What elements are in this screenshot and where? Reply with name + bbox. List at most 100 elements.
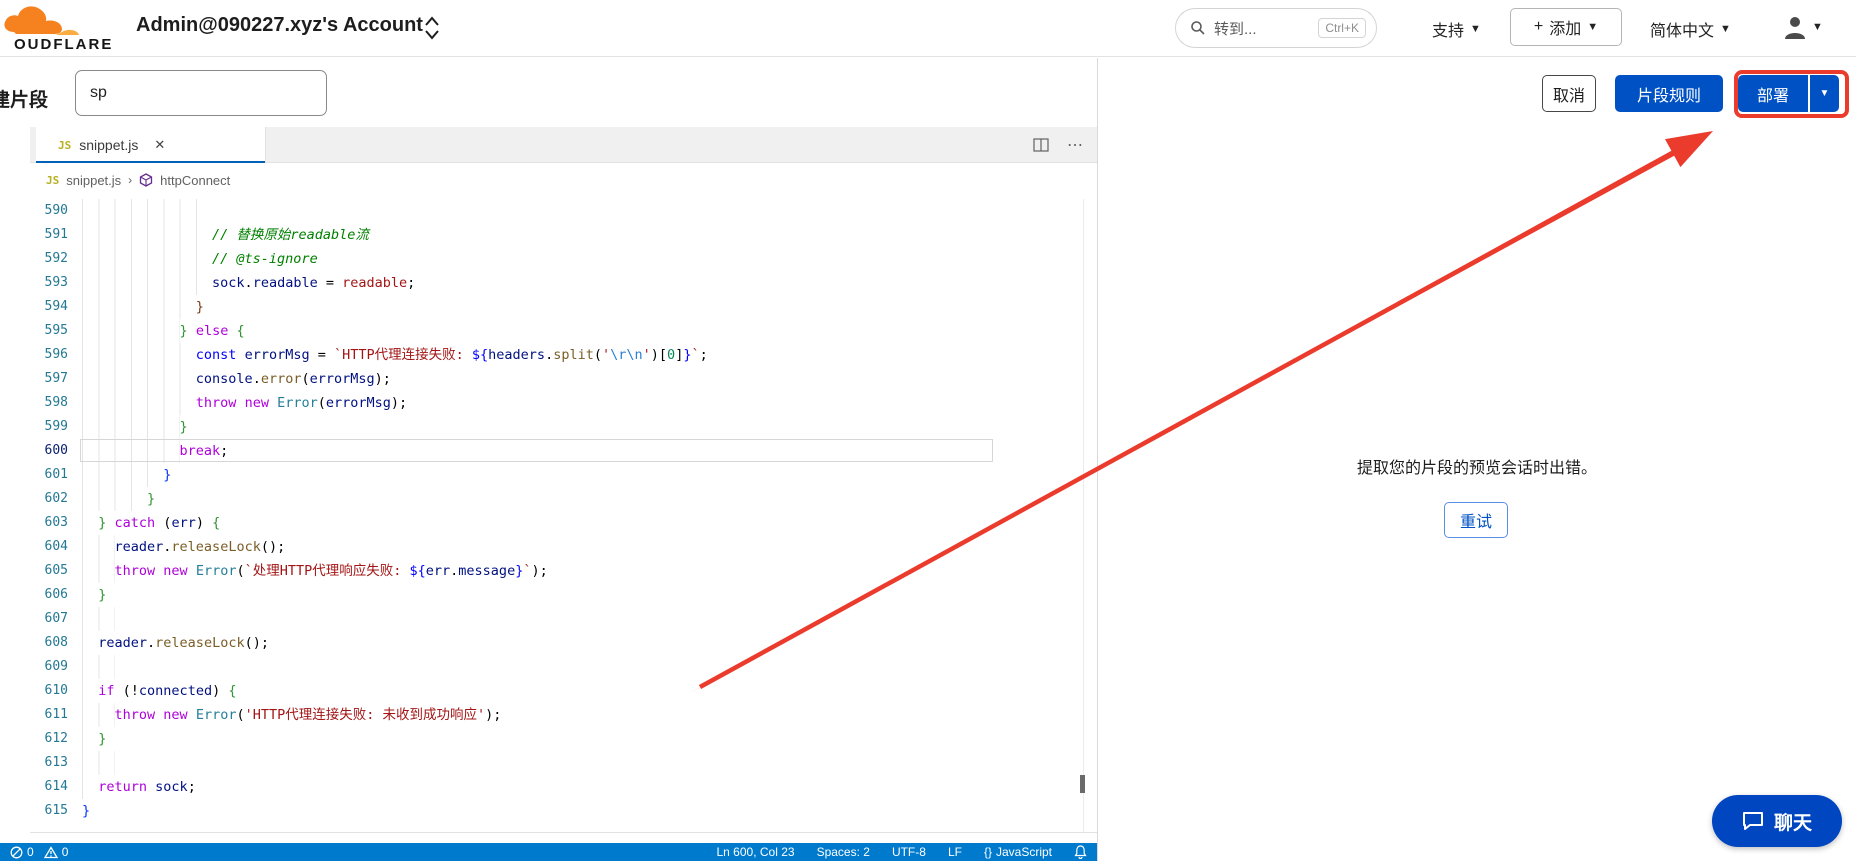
retry-button[interactable]: 重试 xyxy=(1444,502,1508,538)
indent-guides xyxy=(82,703,115,727)
add-label: 添加 xyxy=(1549,15,1581,39)
code-content[interactable]: 590591// 替换原始readable流592// @ts-ignore59… xyxy=(30,199,1097,805)
code-token: )[ xyxy=(651,343,667,367)
line-number[interactable]: 613 xyxy=(30,751,68,775)
code-token: readable xyxy=(342,271,407,295)
tab-snippet-js[interactable]: JS snippet.js ✕ xyxy=(36,127,266,163)
code-token: console xyxy=(196,367,253,391)
code-token: ${ xyxy=(472,343,488,367)
line-number[interactable]: 593 xyxy=(30,271,68,295)
snippet-name-input[interactable] xyxy=(75,70,327,116)
indentation-setting[interactable]: Spaces: 2 xyxy=(817,845,870,859)
language-menu[interactable]: 简体中文 ▼ xyxy=(1650,0,1731,57)
bell-icon[interactable] xyxy=(1074,845,1087,859)
cursor-position[interactable]: Ln 600, Col 23 xyxy=(717,845,795,859)
line-number[interactable]: 598 xyxy=(30,391,68,415)
problems-indicator[interactable]: 0 0 xyxy=(10,845,68,859)
support-menu[interactable]: 支持 ▼ xyxy=(1432,0,1481,57)
close-tab-icon[interactable]: ✕ xyxy=(154,137,165,153)
line-number[interactable]: 595 xyxy=(30,319,68,343)
code-token xyxy=(188,319,196,343)
code-token: message xyxy=(458,559,515,583)
code-token xyxy=(155,703,163,727)
line-number[interactable]: 594 xyxy=(30,295,68,319)
chat-button[interactable]: 聊天 xyxy=(1712,795,1842,847)
indent-guides xyxy=(82,391,196,415)
line-number[interactable]: 592 xyxy=(30,247,68,271)
line-number[interactable]: 602 xyxy=(30,487,68,511)
code-token: sock xyxy=(155,775,188,799)
line-number[interactable]: 611 xyxy=(30,703,68,727)
line-number[interactable]: 607 xyxy=(30,607,68,631)
account-switch-icon[interactable] xyxy=(422,13,442,43)
code-token: = xyxy=(318,271,342,295)
code-token: 'HTTP代理连接失败: 未收到成功响应' xyxy=(245,703,486,727)
chevron-down-icon: ▼ xyxy=(1812,21,1823,33)
language-mode[interactable]: {} JavaScript xyxy=(984,845,1052,859)
snippet-rules-button[interactable]: 片段规则 xyxy=(1615,75,1723,112)
line-number[interactable]: 590 xyxy=(30,199,68,223)
breadcrumb-symbol[interactable]: httpConnect xyxy=(160,173,230,188)
error-icon xyxy=(10,846,23,859)
code-token xyxy=(188,559,196,583)
chevron-down-icon: ▼ xyxy=(1587,21,1598,33)
user-menu[interactable]: ▼ xyxy=(1783,14,1823,40)
horizontal-scrollbar[interactable] xyxy=(30,832,1097,833)
code-token: ` xyxy=(523,559,531,583)
code-token: ' xyxy=(602,343,610,367)
user-icon xyxy=(1783,14,1807,40)
line-number[interactable]: 604 xyxy=(30,535,68,559)
line-number[interactable]: 608 xyxy=(30,631,68,655)
more-actions-icon[interactable]: ⋯ xyxy=(1067,135,1083,155)
line-number[interactable]: 615 xyxy=(30,799,68,823)
code-token: Error xyxy=(196,559,237,583)
code-token: ${ xyxy=(410,559,426,583)
top-header: OUDFLARE Admin@090227.xyz's Account 转到..… xyxy=(0,0,1856,57)
preview-panel: 提取您的片段的预览会话时出错。 重试 xyxy=(1098,124,1856,861)
indent-guides xyxy=(82,463,163,487)
line-number[interactable]: 610 xyxy=(30,679,68,703)
indent-guides xyxy=(82,439,180,463)
code-token: errorMsg xyxy=(326,391,391,415)
code-token: (); xyxy=(261,535,285,559)
line-number[interactable]: 599 xyxy=(30,415,68,439)
indent-guides xyxy=(82,775,98,799)
add-menu-button[interactable]: + 添加 ▼ xyxy=(1510,8,1622,46)
global-search[interactable]: 转到... Ctrl+K xyxy=(1175,8,1377,48)
code-token: ' xyxy=(643,343,651,367)
code-token: ( xyxy=(236,703,244,727)
indent-guides xyxy=(82,679,98,703)
code-token: throw xyxy=(115,559,156,583)
line-number[interactable]: 603 xyxy=(30,511,68,535)
code-token: headers xyxy=(488,343,545,367)
line-number[interactable]: 614 xyxy=(30,775,68,799)
line-number[interactable]: 612 xyxy=(30,727,68,751)
split-editor-icon[interactable] xyxy=(1033,137,1049,153)
preview-error-message: 提取您的片段的预览会话时出错。 xyxy=(1098,454,1856,478)
code-token: ; xyxy=(188,775,196,799)
encoding-setting[interactable]: UTF-8 xyxy=(892,845,926,859)
breadcrumb-file[interactable]: snippet.js xyxy=(66,173,121,188)
code-token: errorMsg xyxy=(245,343,310,367)
code-token xyxy=(147,775,155,799)
indent-guides xyxy=(82,583,98,607)
line-number[interactable]: 597 xyxy=(30,367,68,391)
line-number[interactable]: 600 xyxy=(30,439,68,463)
line-number[interactable]: 605 xyxy=(30,559,68,583)
line-number[interactable]: 601 xyxy=(30,463,68,487)
indent-guides xyxy=(82,655,115,679)
eol-setting[interactable]: LF xyxy=(948,845,962,859)
vertical-scrollbar[interactable] xyxy=(1083,199,1084,832)
code-token: break xyxy=(180,439,221,463)
deploy-dropdown-button[interactable]: ▼ xyxy=(1809,75,1839,112)
code-line: 604reader.releaseLock(); xyxy=(30,535,1097,559)
code-token: . xyxy=(545,343,553,367)
cancel-button[interactable]: 取消 xyxy=(1542,75,1596,112)
search-icon xyxy=(1190,20,1206,36)
line-number[interactable]: 591 xyxy=(30,223,68,247)
line-number[interactable]: 609 xyxy=(30,655,68,679)
code-token: throw xyxy=(115,703,156,727)
line-number[interactable]: 606 xyxy=(30,583,68,607)
line-number[interactable]: 596 xyxy=(30,343,68,367)
deploy-button[interactable]: 部署 xyxy=(1738,75,1808,112)
